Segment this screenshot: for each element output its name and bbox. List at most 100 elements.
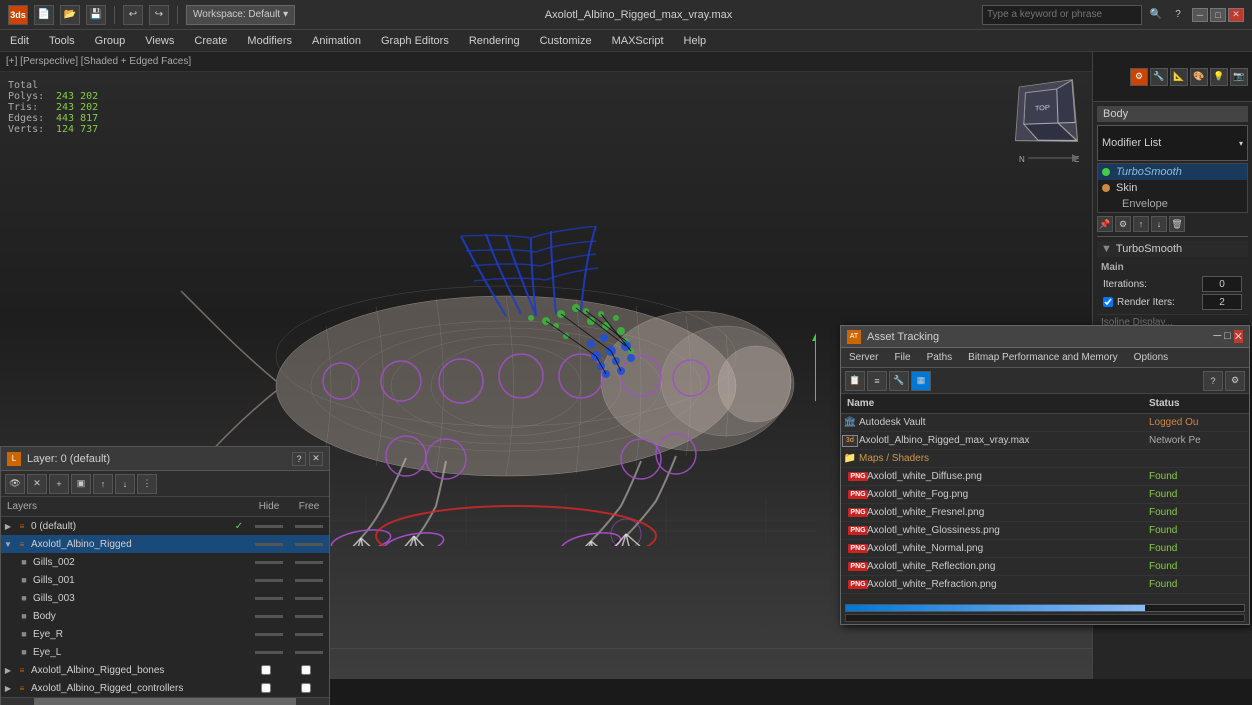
layer-hide-controllers[interactable]: [249, 683, 289, 693]
layer-free-eye-l[interactable]: [289, 651, 329, 654]
rp-icon-6[interactable]: 📷: [1230, 68, 1248, 86]
layers-tb-delete[interactable]: ✕: [27, 474, 47, 494]
rp-icon-1[interactable]: ⚙: [1130, 68, 1148, 86]
redo-icon[interactable]: ↪: [149, 5, 169, 25]
asset-row-normal[interactable]: PNG Axolotl_white_Normal.png Found: [841, 540, 1249, 558]
layer-free-gills002[interactable]: [289, 561, 329, 564]
layer-free-bones[interactable]: [289, 665, 329, 675]
expand-controllers[interactable]: ▶: [1, 679, 15, 697]
menu-animation[interactable]: Animation: [302, 30, 371, 52]
asset-row-diffuse[interactable]: PNG Axolotl_white_Diffuse.png Found: [841, 468, 1249, 486]
render-iters-input[interactable]: [1202, 294, 1242, 310]
asset-row-reflection[interactable]: PNG Axolotl_white_Reflection.png Found: [841, 558, 1249, 576]
layer-row-gills001[interactable]: ■ Gills_001: [1, 571, 329, 589]
rp-icon-4[interactable]: 🎨: [1190, 68, 1208, 86]
layers-tb-sel[interactable]: ▣: [71, 474, 91, 494]
layer-free-controllers[interactable]: [289, 683, 329, 693]
scrollbar-thumb[interactable]: [34, 698, 296, 705]
move-down-icon[interactable]: ↓: [1151, 216, 1167, 232]
menu-rendering[interactable]: Rendering: [459, 30, 530, 52]
asset-row-maps[interactable]: 📁 Maps / Shaders: [841, 450, 1249, 468]
asset-row-maxfile[interactable]: 3d Axolotl_Albino_Rigged_max_vray.max Ne…: [841, 432, 1249, 450]
asset-maximize[interactable]: □: [1224, 330, 1231, 343]
layer-free-eye-r[interactable]: [289, 633, 329, 636]
config-icon[interactable]: ⚙: [1115, 216, 1131, 232]
menu-help[interactable]: Help: [674, 30, 717, 52]
save-file-icon[interactable]: 💾: [86, 5, 106, 25]
menu-group[interactable]: Group: [85, 30, 136, 52]
asset-help-icon[interactable]: ?: [1203, 371, 1223, 391]
rp-icon-2[interactable]: 🔧: [1150, 68, 1168, 86]
asset-menu-file[interactable]: File: [886, 348, 918, 368]
layer-hide-eye-l[interactable]: [249, 651, 289, 654]
modifier-item-turbosmooth[interactable]: TurboSmooth: [1098, 164, 1247, 180]
scrollbar-track[interactable]: [1, 698, 329, 705]
render-iters-checkbox[interactable]: [1103, 297, 1113, 307]
layers-close[interactable]: ✕: [309, 452, 323, 466]
asset-row-vault[interactable]: 🏛 Autodesk Vault Logged Ou: [841, 414, 1249, 432]
minimize-button[interactable]: ─: [1192, 8, 1208, 22]
layer-row-gills003[interactable]: ■ Gills_003: [1, 589, 329, 607]
maximize-button[interactable]: □: [1210, 8, 1226, 22]
help-icon[interactable]: ?: [1170, 7, 1186, 23]
layers-tb-view[interactable]: 👁: [5, 474, 25, 494]
asset-config-icon[interactable]: ⚙: [1225, 371, 1245, 391]
menu-edit[interactable]: Edit: [0, 30, 39, 52]
trash-icon[interactable]: 🗑: [1169, 216, 1185, 232]
layer-hide-body[interactable]: [249, 615, 289, 618]
expand-default[interactable]: ▶: [1, 517, 15, 535]
layer-free-body[interactable]: [289, 615, 329, 618]
menu-customize[interactable]: Customize: [530, 30, 602, 52]
workspace-button[interactable]: Workspace: Default ▾: [186, 5, 295, 25]
layer-hide-gills002[interactable]: [249, 561, 289, 564]
layer-hide-bones[interactable]: [249, 665, 289, 675]
viewcube-box[interactable]: TOP: [1015, 79, 1078, 142]
search-input[interactable]: [982, 5, 1142, 25]
undo-icon[interactable]: ↩: [123, 5, 143, 25]
layer-row-body[interactable]: ■ Body: [1, 607, 329, 625]
layers-tb-down[interactable]: ↓: [115, 474, 135, 494]
layer-row-gills002[interactable]: ■ Gills_002: [1, 553, 329, 571]
asset-menu-server[interactable]: Server: [841, 348, 886, 368]
modifier-item-skin[interactable]: Skin: [1098, 180, 1247, 196]
menu-maxscript[interactable]: MAXScript: [602, 30, 674, 52]
layer-free-gills001[interactable]: [289, 579, 329, 582]
asset-row-glossiness[interactable]: PNG Axolotl_white_Glossiness.png Found: [841, 522, 1249, 540]
layers-tb-extra[interactable]: ⋮: [137, 474, 157, 494]
menu-graph-editors[interactable]: Graph Editors: [371, 30, 459, 52]
new-file-icon[interactable]: 📄: [34, 5, 54, 25]
layers-scrollbar[interactable]: [1, 697, 329, 705]
layer-hide-axolotl[interactable]: [249, 543, 289, 546]
layer-row-controllers[interactable]: ▶ ≡ Axolotl_Albino_Rigged_controllers: [1, 679, 329, 697]
layer-row-axolotl[interactable]: ▼ ≡ Axolotl_Albino_Rigged: [1, 535, 329, 553]
layers-help[interactable]: ?: [292, 452, 306, 466]
iterations-input[interactable]: [1202, 276, 1242, 292]
asset-menu-options[interactable]: Options: [1126, 348, 1176, 368]
menu-create[interactable]: Create: [184, 30, 237, 52]
layer-row-eye-l[interactable]: ■ Eye_L: [1, 643, 329, 661]
expand-axolotl[interactable]: ▼: [1, 535, 15, 553]
asset-menu-bitmap[interactable]: Bitmap Performance and Memory: [960, 348, 1126, 368]
menu-modifiers[interactable]: Modifiers: [237, 30, 302, 52]
rp-icon-5[interactable]: 💡: [1210, 68, 1228, 86]
rp-icon-3[interactable]: 📐: [1170, 68, 1188, 86]
asset-minimize[interactable]: ─: [1213, 330, 1221, 343]
asset-row-fresnel[interactable]: PNG Axolotl_white_Fresnel.png Found: [841, 504, 1249, 522]
modifier-list-dropdown[interactable]: Modifier List ▾: [1097, 125, 1248, 161]
search-icon[interactable]: 🔍: [1148, 7, 1164, 23]
modifier-item-envelope[interactable]: Envelope: [1118, 196, 1247, 212]
layer-row-eye-r[interactable]: ■ Eye_R: [1, 625, 329, 643]
asset-tb-1[interactable]: 📋: [845, 371, 865, 391]
asset-tb-2[interactable]: ≡: [867, 371, 887, 391]
layer-free-axolotl[interactable]: [289, 543, 329, 546]
layer-hide-default[interactable]: [249, 525, 289, 528]
menu-views[interactable]: Views: [135, 30, 184, 52]
layers-tb-up[interactable]: ↑: [93, 474, 113, 494]
layer-free-default[interactable]: [289, 525, 329, 528]
layer-hide-gills001[interactable]: [249, 579, 289, 582]
move-up-icon[interactable]: ↑: [1133, 216, 1149, 232]
asset-tb-4[interactable]: ▦: [911, 371, 931, 391]
viewcube[interactable]: TOP N E: [1014, 80, 1084, 150]
open-file-icon[interactable]: 📂: [60, 5, 80, 25]
asset-menu-paths[interactable]: Paths: [919, 348, 961, 368]
